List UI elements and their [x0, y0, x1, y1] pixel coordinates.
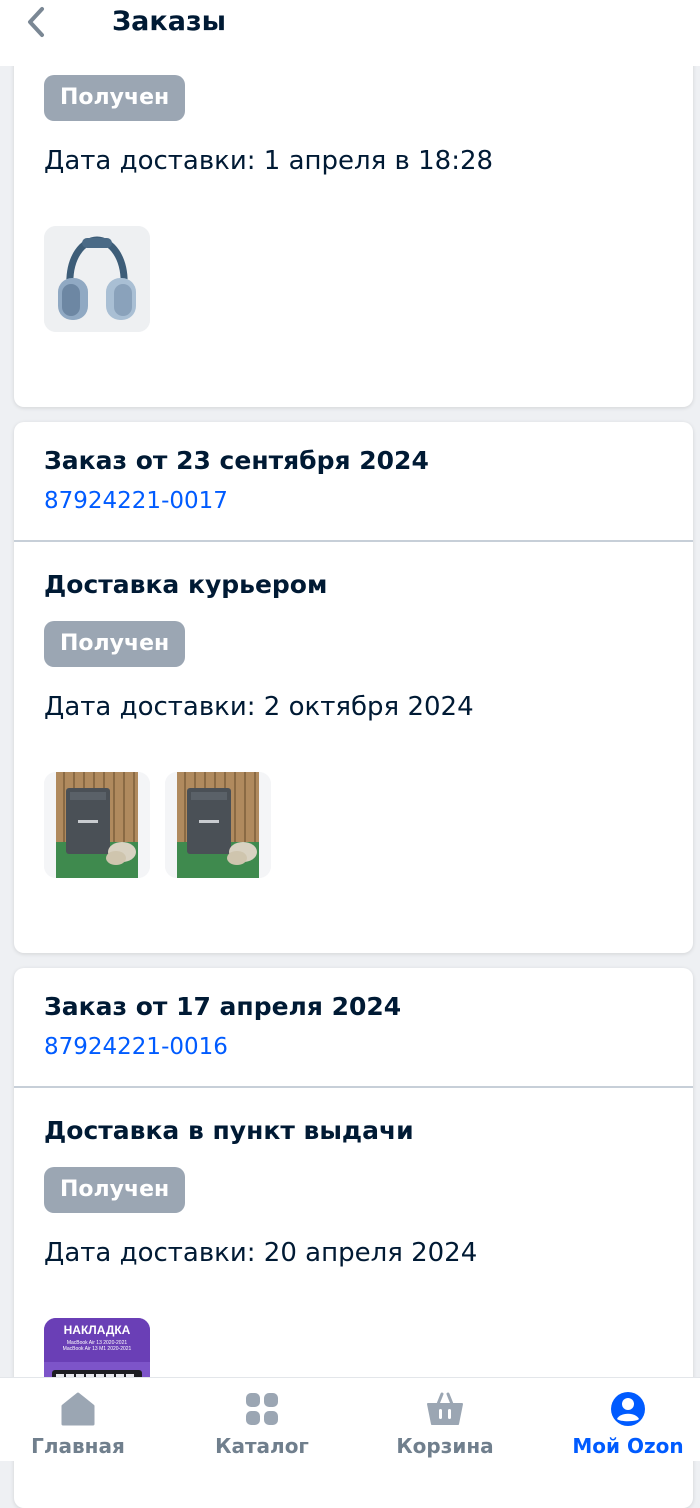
delivery-type: Доставка курьером	[44, 570, 328, 599]
tab-label: Мой Ozon	[572, 1434, 684, 1458]
product-thumbnail[interactable]	[165, 772, 271, 878]
status-badge: Получен	[44, 75, 186, 121]
stove-image	[165, 772, 271, 878]
tab-label: Каталог	[215, 1434, 309, 1458]
headphones-image	[44, 226, 150, 332]
basket-icon	[427, 1392, 463, 1425]
page-title: Заказы	[112, 6, 227, 37]
order-header[interactable]: Заказ от 23 сентября 2024 87924221-0017	[14, 422, 693, 540]
order-title: Заказ от 17 апреля 2024	[44, 992, 402, 1021]
tab-cart[interactable]: Корзина	[365, 1390, 525, 1458]
product-thumbnail[interactable]	[44, 772, 150, 878]
divider	[14, 1086, 693, 1088]
chevron-left-icon	[28, 7, 44, 37]
divider	[14, 540, 693, 542]
bottom-tab-bar: Главная Каталог Корзина Мой Ozon	[0, 1377, 700, 1461]
back-button[interactable]	[18, 4, 54, 40]
delivery-date: Дата доставки: 2 октября 2024	[44, 692, 474, 722]
user-icon	[611, 1392, 645, 1426]
item-image-subtext: MacBook Air 13 M1 2020-2021	[63, 1346, 132, 1352]
status-badge: Получен	[44, 621, 186, 667]
stove-image	[44, 772, 150, 878]
tab-catalog[interactable]: Каталог	[182, 1390, 342, 1458]
tab-profile[interactable]: Мой Ozon	[548, 1390, 700, 1458]
top-header: Заказы	[0, 0, 700, 66]
delivery-date: Дата доставки: 20 апреля 2024	[44, 1238, 478, 1268]
delivery-date: Дата доставки: 1 апреля в 18:28	[44, 146, 494, 176]
order-title: Заказ от 23 сентября 2024	[44, 446, 429, 475]
item-image-text: НАКЛАДКА	[64, 1323, 131, 1337]
tab-label: Корзина	[396, 1434, 494, 1458]
grid-icon	[246, 1393, 278, 1425]
order-card[interactable]: Заказ от 23 сентября 2024 87924221-0017 …	[14, 422, 693, 953]
delivery-type: Доставка в пункт выдачи	[44, 1116, 414, 1145]
tab-home[interactable]: Главная	[0, 1390, 158, 1458]
status-badge: Получен	[44, 1167, 186, 1213]
product-thumbnail[interactable]	[44, 226, 150, 332]
order-number-link[interactable]: 87924221-0016	[44, 1034, 228, 1060]
tab-label: Главная	[31, 1434, 125, 1458]
order-number-link[interactable]: 87924221-0017	[44, 488, 228, 514]
home-icon	[61, 1392, 95, 1426]
order-header[interactable]: Заказ от 17 апреля 2024 87924221-0016	[14, 968, 693, 1086]
